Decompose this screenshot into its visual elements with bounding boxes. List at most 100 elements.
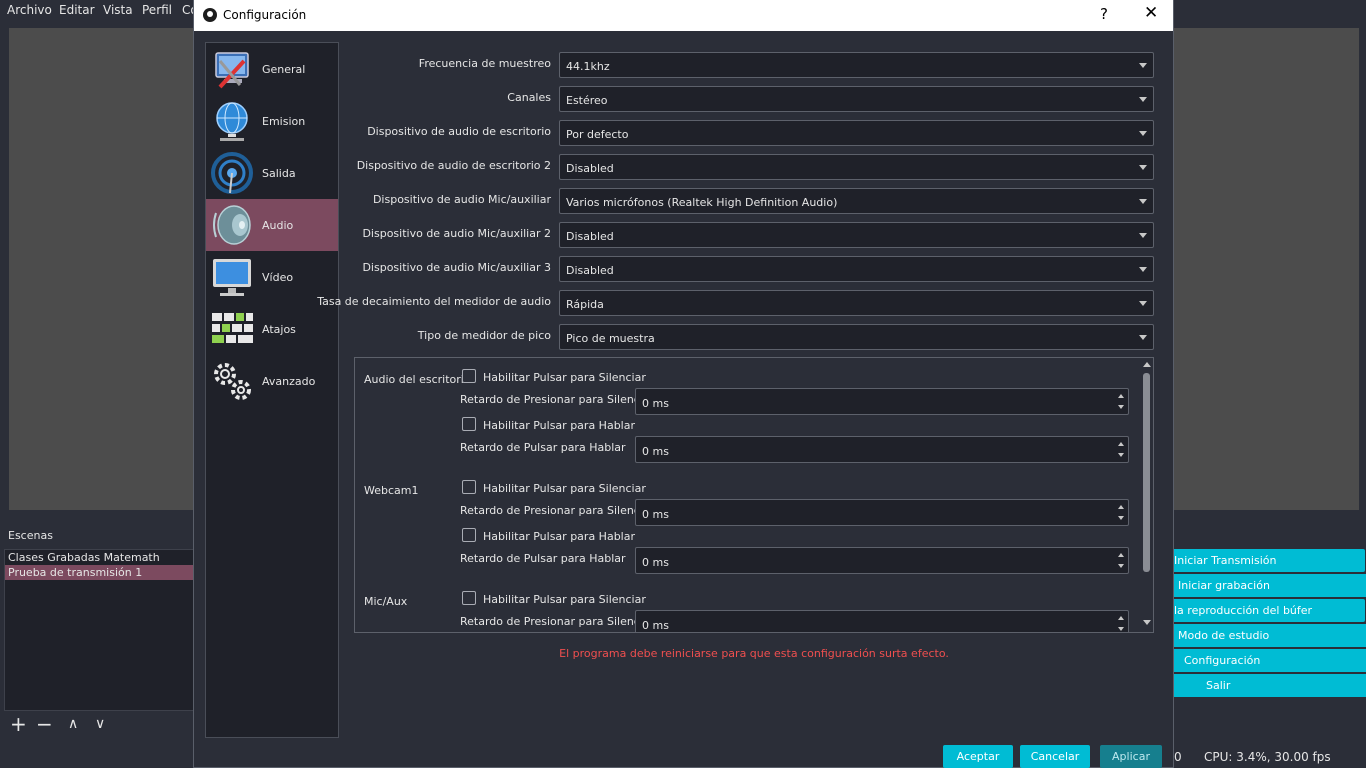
push-to-mute-label: Habilitar Pulsar para Silenciar — [483, 371, 646, 384]
push-to-talk-checkbox[interactable] — [462, 417, 476, 431]
studio-mode-button[interactable]: Modo de estudio — [1171, 624, 1366, 647]
exit-button[interactable]: Salir — [1171, 674, 1366, 697]
spin-value: 0 ms — [642, 619, 669, 632]
select-value: Estéreo — [566, 94, 608, 107]
push-to-mute-checkbox[interactable] — [462, 591, 476, 605]
spin-down-icon[interactable] — [1118, 564, 1124, 568]
globe-icon — [216, 102, 248, 141]
peak-meter-label: Tipo de medidor de pico — [417, 329, 551, 342]
spin-value: 0 ms — [642, 508, 669, 521]
menu-perfil[interactable]: Perfil — [142, 3, 172, 17]
menu-editar[interactable]: Editar — [59, 3, 95, 17]
spin-down-icon[interactable] — [1118, 453, 1124, 457]
mic-audio-select[interactable]: Varios micrófonos (Realtek High Definiti… — [559, 188, 1154, 214]
sample-rate-select[interactable]: 44.1khz — [559, 52, 1154, 78]
accept-button[interactable]: Aceptar — [943, 745, 1013, 768]
push-to-talk-delay-label: Retardo de Pulsar para Hablar — [460, 441, 626, 454]
scroll-down-icon[interactable] — [1143, 620, 1151, 625]
start-recording-button[interactable]: Iniciar grabación — [1171, 574, 1366, 597]
push-to-mute-checkbox[interactable] — [462, 369, 476, 383]
chevron-down-icon — [1139, 165, 1147, 170]
move-scene-down-button[interactable]: ∨ — [95, 712, 105, 736]
cancel-button[interactable]: Cancelar — [1020, 745, 1090, 768]
menu-vista[interactable]: Vista — [103, 3, 133, 17]
nav-item-general[interactable]: General — [206, 43, 338, 95]
scrollbar-thumb[interactable] — [1143, 373, 1150, 572]
meter-decay-select[interactable]: Rápida — [559, 290, 1154, 316]
start-streaming-button[interactable]: Iniciar Transmisión — [1171, 549, 1365, 572]
chevron-down-icon — [1139, 233, 1147, 238]
move-scene-up-button[interactable]: ∧ — [68, 712, 78, 736]
add-scene-button[interactable]: + — [10, 712, 27, 736]
spin-up-icon[interactable] — [1118, 616, 1124, 620]
keyboard-icon — [212, 313, 253, 343]
select-value: Por defecto — [566, 128, 629, 141]
desktop-audio-label: Dispositivo de audio de escritorio — [367, 125, 551, 138]
push-to-talk-delay-input[interactable]: 0 ms — [635, 547, 1129, 574]
nav-label: Atajos — [262, 323, 296, 336]
audio-hotkeys-panel[interactable]: Audio del escritorio Habilitar Pulsar pa… — [354, 357, 1154, 633]
gears-icon — [214, 363, 251, 400]
nav-item-avanzado[interactable]: Avanzado — [206, 355, 338, 407]
spin-down-icon[interactable] — [1118, 627, 1124, 631]
obs-logo-icon — [203, 8, 217, 22]
nav-item-salida[interactable]: Salida — [206, 147, 338, 199]
broadcast-icon — [211, 152, 253, 194]
status-fragment: 0 — [1174, 750, 1182, 764]
scroll-up-icon[interactable] — [1143, 362, 1151, 367]
speaker-icon — [213, 205, 251, 245]
channels-label: Canales — [507, 91, 551, 104]
scenes-toolbar: + − ∧ ∨ — [4, 712, 192, 738]
select-value: Disabled — [566, 230, 614, 243]
desktop-audio-select[interactable]: Por defecto — [559, 120, 1154, 146]
select-value: 44.1khz — [566, 60, 610, 73]
push-to-talk-delay-label: Retardo de Pulsar para Hablar — [460, 552, 626, 565]
remove-scene-button[interactable]: − — [36, 712, 53, 736]
push-to-mute-delay-input[interactable]: 0 ms — [635, 499, 1129, 526]
select-value: Pico de muestra — [566, 332, 655, 345]
close-button[interactable]: ✕ — [1144, 3, 1158, 23]
select-value: Rápida — [566, 298, 604, 311]
push-to-talk-checkbox[interactable] — [462, 528, 476, 542]
spin-up-icon[interactable] — [1118, 505, 1124, 509]
nav-label: Audio — [262, 219, 294, 232]
monitor-icon — [213, 259, 251, 296]
chevron-down-icon — [1139, 63, 1147, 68]
dialog-titlebar: Configuración ? ✕ — [194, 0, 1173, 31]
nav-item-atajos[interactable]: Atajos — [206, 303, 338, 355]
push-to-talk-delay-input[interactable]: 0 ms — [635, 436, 1129, 463]
peak-meter-select[interactable]: Pico de muestra — [559, 324, 1154, 350]
spin-down-icon[interactable] — [1118, 516, 1124, 520]
chevron-down-icon — [1139, 335, 1147, 340]
nav-label: Avanzado — [262, 375, 316, 388]
settings-dialog: Configuración ? ✕ General Emision Salida… — [193, 0, 1174, 768]
spin-down-icon[interactable] — [1118, 405, 1124, 409]
channels-select[interactable]: Estéreo — [559, 86, 1154, 112]
spin-up-icon[interactable] — [1118, 442, 1124, 446]
mic-audio-label: Dispositivo de audio Mic/auxiliar — [372, 193, 551, 206]
chevron-down-icon — [1139, 199, 1147, 204]
mic-audio-3-select[interactable]: Disabled — [559, 256, 1154, 282]
replay-buffer-button[interactable]: la reproducción del búfer — [1171, 599, 1365, 622]
mic-audio-2-select[interactable]: Disabled — [559, 222, 1154, 248]
push-to-mute-checkbox[interactable] — [462, 480, 476, 494]
settings-button[interactable]: Configuración — [1171, 649, 1366, 672]
hotkeys-scrollbar[interactable] — [1140, 358, 1153, 632]
spin-value: 0 ms — [642, 445, 669, 458]
push-to-mute-delay-input[interactable]: 0 ms — [635, 388, 1129, 415]
push-to-mute-label: Habilitar Pulsar para Silenciar — [483, 593, 646, 606]
scene-item-selected[interactable]: Prueba de transmisión 1 — [5, 565, 193, 580]
spin-up-icon[interactable] — [1118, 553, 1124, 557]
chevron-down-icon — [1139, 267, 1147, 272]
nav-item-audio[interactable]: Audio — [206, 199, 338, 251]
push-to-mute-delay-input[interactable]: 0 ms — [635, 610, 1129, 632]
menu-archivo[interactable]: Archivo — [7, 3, 52, 17]
spin-up-icon[interactable] — [1118, 394, 1124, 398]
push-to-mute-delay-label: Retardo de Presionar para Silenciar — [460, 615, 655, 628]
scene-item[interactable]: Clases Grabadas Matemath — [5, 550, 193, 565]
desktop-audio-2-select[interactable]: Disabled — [559, 154, 1154, 180]
apply-button[interactable]: Aplicar — [1100, 745, 1162, 768]
cpu-status: CPU: 3.4%, 30.00 fps — [1204, 750, 1331, 764]
nav-item-emision[interactable]: Emision — [206, 95, 338, 147]
help-button[interactable]: ? — [1100, 5, 1108, 23]
